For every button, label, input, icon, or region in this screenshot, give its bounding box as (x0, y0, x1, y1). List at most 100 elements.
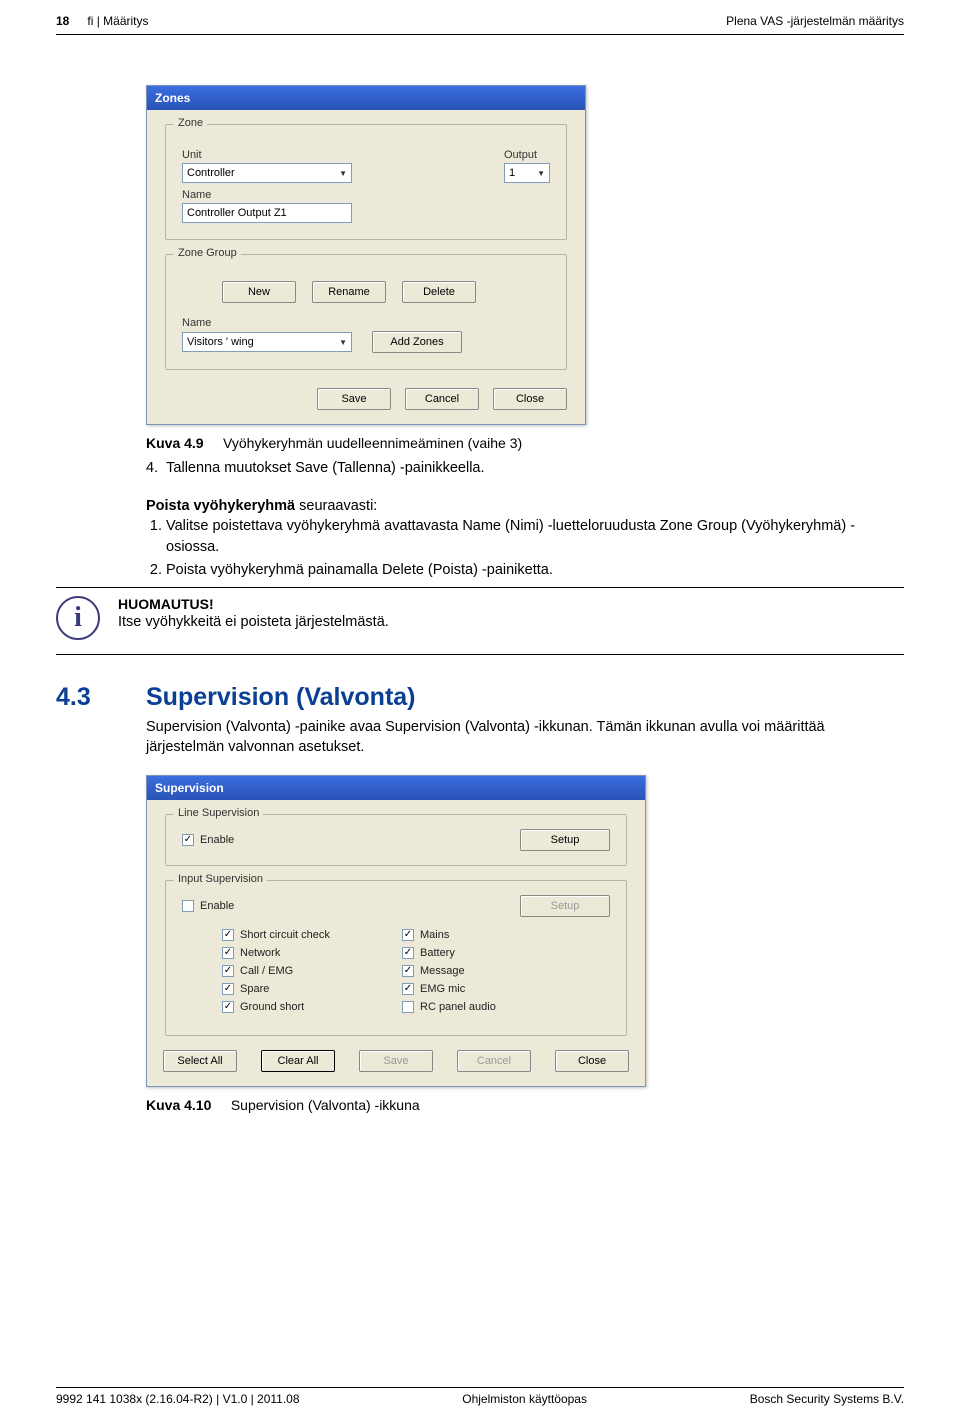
doc-title: Plena VAS -järjestelmän määritys (726, 14, 904, 28)
zonegroup-legend: Zone Group (174, 247, 241, 259)
zone-group-box: Zone Unit Controller▼ Output 1▼ Name Con… (165, 124, 567, 240)
chevron-down-icon: ▼ (339, 338, 347, 347)
supervision-option: ✓ EMG mic (402, 983, 582, 995)
option-label: Ground short (240, 1001, 304, 1013)
zones-titlebar: Zones (147, 86, 585, 110)
input-setup-button[interactable]: Setup (520, 895, 610, 917)
note-rule-bottom (56, 654, 904, 655)
note-title: HUOMAUTUS! (118, 596, 904, 612)
zone-name-value: Controller Output Z1 (187, 207, 287, 219)
option-label: Network (240, 947, 280, 959)
option-label: Call / EMG (240, 965, 293, 977)
figure-4-10-text: Supervision (Valvonta) -ikkuna (231, 1097, 420, 1113)
output-select[interactable]: 1▼ (504, 163, 550, 183)
line-setup-button[interactable]: Setup (520, 829, 610, 851)
zg-name-value: Visitors ' wing (187, 336, 254, 348)
line-supervision-box: Line Supervision ✓ Enable Setup (165, 814, 627, 866)
figure-4-9-text: Vyöhykeryhmän uudelleennimeäminen (vaihe… (223, 435, 522, 451)
page-header: 18 fi | Määritys Plena VAS -järjestelmän… (0, 0, 960, 32)
remove-steps-list: Valitse poistettava vyöhykeryhmä avattav… (166, 516, 904, 581)
option-label: Battery (420, 947, 455, 959)
input-enable-checkbox[interactable] (182, 900, 194, 912)
supervision-close-button[interactable]: Close (555, 1050, 629, 1072)
supervision-save-button[interactable]: Save (359, 1050, 433, 1072)
line-enable-checkbox[interactable]: ✓ (182, 834, 194, 846)
supervision-option: RC panel audio (402, 1001, 582, 1013)
chevron-down-icon: ▼ (537, 169, 545, 178)
step-4: 4. Tallenna muutokset Save (Tallenna) -p… (146, 459, 904, 479)
section-4-3-body: Supervision (Valvonta) -painike avaa Sup… (146, 718, 904, 757)
supervision-window: Supervision Line Supervision ✓ Enable Se… (146, 775, 646, 1087)
supervision-option: ✓ Ground short (222, 1001, 402, 1013)
close-button[interactable]: Close (493, 388, 567, 410)
unit-select[interactable]: Controller▼ (182, 163, 352, 183)
section-4-3-number: 4.3 (56, 683, 146, 712)
line-enable-label: Enable (200, 834, 234, 846)
option-checkbox[interactable]: ✓ (222, 929, 234, 941)
add-zones-button[interactable]: Add Zones (372, 331, 462, 353)
input-sup-legend: Input Supervision (174, 873, 267, 885)
option-label: EMG mic (420, 983, 465, 995)
zg-name-label: Name (182, 317, 550, 329)
option-label: Spare (240, 983, 269, 995)
option-checkbox[interactable]: ✓ (402, 965, 414, 977)
option-label: Short circuit check (240, 929, 330, 941)
supervision-option: ✓ Message (402, 965, 582, 977)
supervision-titlebar: Supervision (147, 776, 645, 800)
zones-title-text: Zones (155, 91, 190, 105)
footer-center: Ohjelmiston käyttöopas (462, 1392, 587, 1406)
figure-4-9-label: Kuva 4.9 (146, 435, 204, 451)
supervision-option: ✓ Battery (402, 947, 582, 959)
zone-name-input[interactable]: Controller Output Z1 (182, 203, 352, 223)
section-4-3-title: Supervision (Valvonta) (146, 683, 416, 712)
figure-4-10-label: Kuva 4.10 (146, 1097, 211, 1113)
option-label: Mains (420, 929, 449, 941)
supervision-option: ✓ Spare (222, 983, 402, 995)
option-checkbox[interactable]: ✓ (402, 983, 414, 995)
save-button[interactable]: Save (317, 388, 391, 410)
cancel-button[interactable]: Cancel (405, 388, 479, 410)
note-body: Itse vyöhykkeitä ei poisteta järjestelmä… (118, 614, 904, 630)
option-checkbox[interactable]: ✓ (402, 947, 414, 959)
page-footer: 9992 141 1038x (2.16.04-R2) | V1.0 | 201… (0, 1387, 960, 1406)
input-supervision-box: Input Supervision Enable Setup ✓Short ci… (165, 880, 627, 1036)
option-label: Message (420, 965, 465, 977)
zones-bottom-buttons: Save Cancel Close (147, 378, 585, 424)
info-icon: i (56, 596, 100, 640)
zone-legend: Zone (174, 117, 207, 129)
supervision-options-grid: ✓ Short circuit check ✓ Mains ✓ Network ✓ Batte… (222, 929, 610, 1013)
footer-left: 9992 141 1038x (2.16.04-R2) | V1.0 | 201… (56, 1392, 300, 1406)
supervision-cancel-button[interactable]: Cancel (457, 1050, 531, 1072)
option-checkbox[interactable]: ✓ (222, 947, 234, 959)
rename-button[interactable]: Rename (312, 281, 386, 303)
clear-all-button[interactable]: Clear All (261, 1050, 335, 1072)
zones-window: Zones Zone Unit Controller▼ Output 1▼ Na (146, 85, 586, 425)
section-4-3-heading: 4.3 Supervision (Valvonta) (56, 683, 904, 712)
remove-step-2: Poista vyöhykeryhmä painamalla Delete (P… (166, 560, 904, 581)
supervision-option: ✓ Mains (402, 929, 582, 941)
zg-name-select[interactable]: Visitors ' wing ▼ (182, 332, 352, 352)
option-checkbox[interactable]: ✓ (222, 1001, 234, 1013)
zone-name-label: Name (182, 189, 550, 201)
option-checkbox[interactable]: ✓ (222, 965, 234, 977)
select-all-button[interactable]: Select All (163, 1050, 237, 1072)
figure-4-10-caption: Kuva 4.10 Supervision (Valvonta) -ikkuna (146, 1097, 904, 1113)
new-button[interactable]: New (222, 281, 296, 303)
footer-right: Bosch Security Systems B.V. (750, 1392, 904, 1406)
unit-label: Unit (182, 149, 474, 161)
supervision-bottom-buttons: Select All Clear All Save Cancel Close (147, 1042, 645, 1086)
delete-button[interactable]: Delete (402, 281, 476, 303)
output-value: 1 (509, 167, 515, 179)
input-enable-label: Enable (200, 900, 234, 912)
remove-step-1: Valitse poistettava vyöhykeryhmä avattav… (166, 516, 904, 558)
note-block: i HUOMAUTUS! Itse vyöhykkeitä ei poistet… (56, 594, 904, 640)
page-number: 18 (56, 14, 69, 28)
option-checkbox[interactable]: ✓ (222, 983, 234, 995)
supervision-option: ✓ Call / EMG (222, 965, 402, 977)
option-checkbox[interactable]: ✓ (402, 929, 414, 941)
line-sup-legend: Line Supervision (174, 807, 263, 819)
figure-4-9-caption: Kuva 4.9 Vyöhykeryhmän uudelleennimeämin… (146, 435, 904, 451)
unit-value: Controller (187, 167, 235, 179)
supervision-title-text: Supervision (155, 781, 224, 795)
option-checkbox[interactable] (402, 1001, 414, 1013)
